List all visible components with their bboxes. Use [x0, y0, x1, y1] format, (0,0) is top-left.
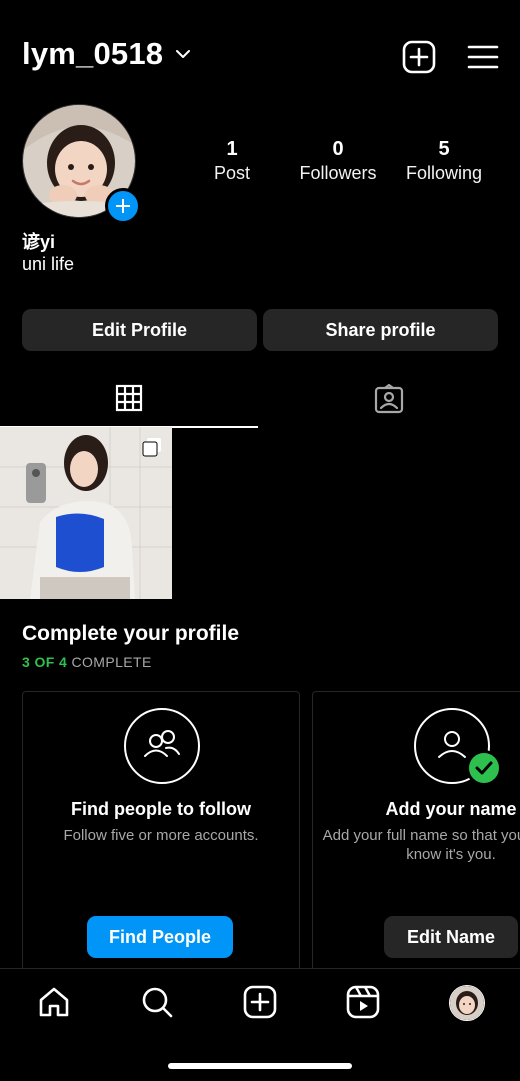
posts-label: Post — [213, 163, 251, 183]
profile-avatar[interactable] — [449, 985, 485, 1021]
home-indicator — [168, 1063, 352, 1069]
followers-label: Followers — [299, 163, 377, 183]
post-thumbnail[interactable] — [0, 427, 172, 599]
edit-name-button[interactable]: Edit Name — [384, 916, 518, 958]
suggestion-card-add-name: Add your name Add your full name so that… — [312, 691, 520, 983]
following-label: Following — [405, 163, 483, 183]
suggestion-card-find-people: Find people to follow Follow five or mor… — [22, 691, 300, 983]
posts-count: 1 — [226, 138, 238, 160]
card-description: Add your full name so that your friends … — [322, 827, 520, 863]
card-title: Add your name — [385, 799, 517, 819]
profile-header: lym_0518 — [0, 0, 520, 110]
progress-suffix: COMPLETE — [67, 654, 152, 670]
reels-icon[interactable] — [346, 985, 380, 1019]
grid-icon — [115, 384, 143, 412]
share-profile-button[interactable]: Share profile — [263, 309, 498, 351]
completed-check-icon — [466, 750, 502, 786]
tagged-icon — [374, 384, 404, 414]
create-icon[interactable] — [243, 985, 277, 1019]
new-post-icon[interactable] — [402, 40, 436, 74]
stat-followers[interactable]: 0 Followers — [283, 138, 393, 186]
bio: uni life — [22, 254, 75, 274]
followers-count: 0 — [332, 138, 344, 160]
home-icon[interactable] — [37, 985, 71, 1019]
complete-profile-progress: 3 OF 4 COMPLETE — [22, 654, 152, 670]
card-icon-circle — [124, 708, 200, 784]
display-name: 谚yi — [22, 232, 56, 252]
stat-following[interactable]: 5 Following — [389, 138, 499, 186]
complete-profile-title: Complete your profile — [22, 622, 240, 645]
edit-profile-button[interactable]: Edit Profile — [22, 309, 257, 351]
menu-icon[interactable] — [466, 40, 500, 74]
add-story-button[interactable] — [105, 188, 141, 224]
people-icon — [144, 730, 180, 757]
card-description: Follow five or more accounts. — [63, 827, 259, 844]
following-count: 5 — [438, 138, 450, 160]
card-title: Find people to follow — [71, 799, 251, 819]
chevron-down-icon[interactable] — [176, 48, 190, 60]
multiple-photos-icon — [142, 438, 161, 457]
progress-count: 3 OF 4 — [22, 654, 68, 670]
username[interactable]: lym_0518 — [22, 36, 163, 72]
tab-grid[interactable] — [0, 370, 258, 428]
search-icon[interactable] — [140, 985, 174, 1019]
tab-tagged[interactable] — [260, 370, 518, 426]
find-people-button[interactable]: Find People — [87, 916, 233, 958]
stat-posts[interactable]: 1 Post — [177, 138, 287, 186]
profile-avatar-container[interactable] — [22, 104, 141, 224]
